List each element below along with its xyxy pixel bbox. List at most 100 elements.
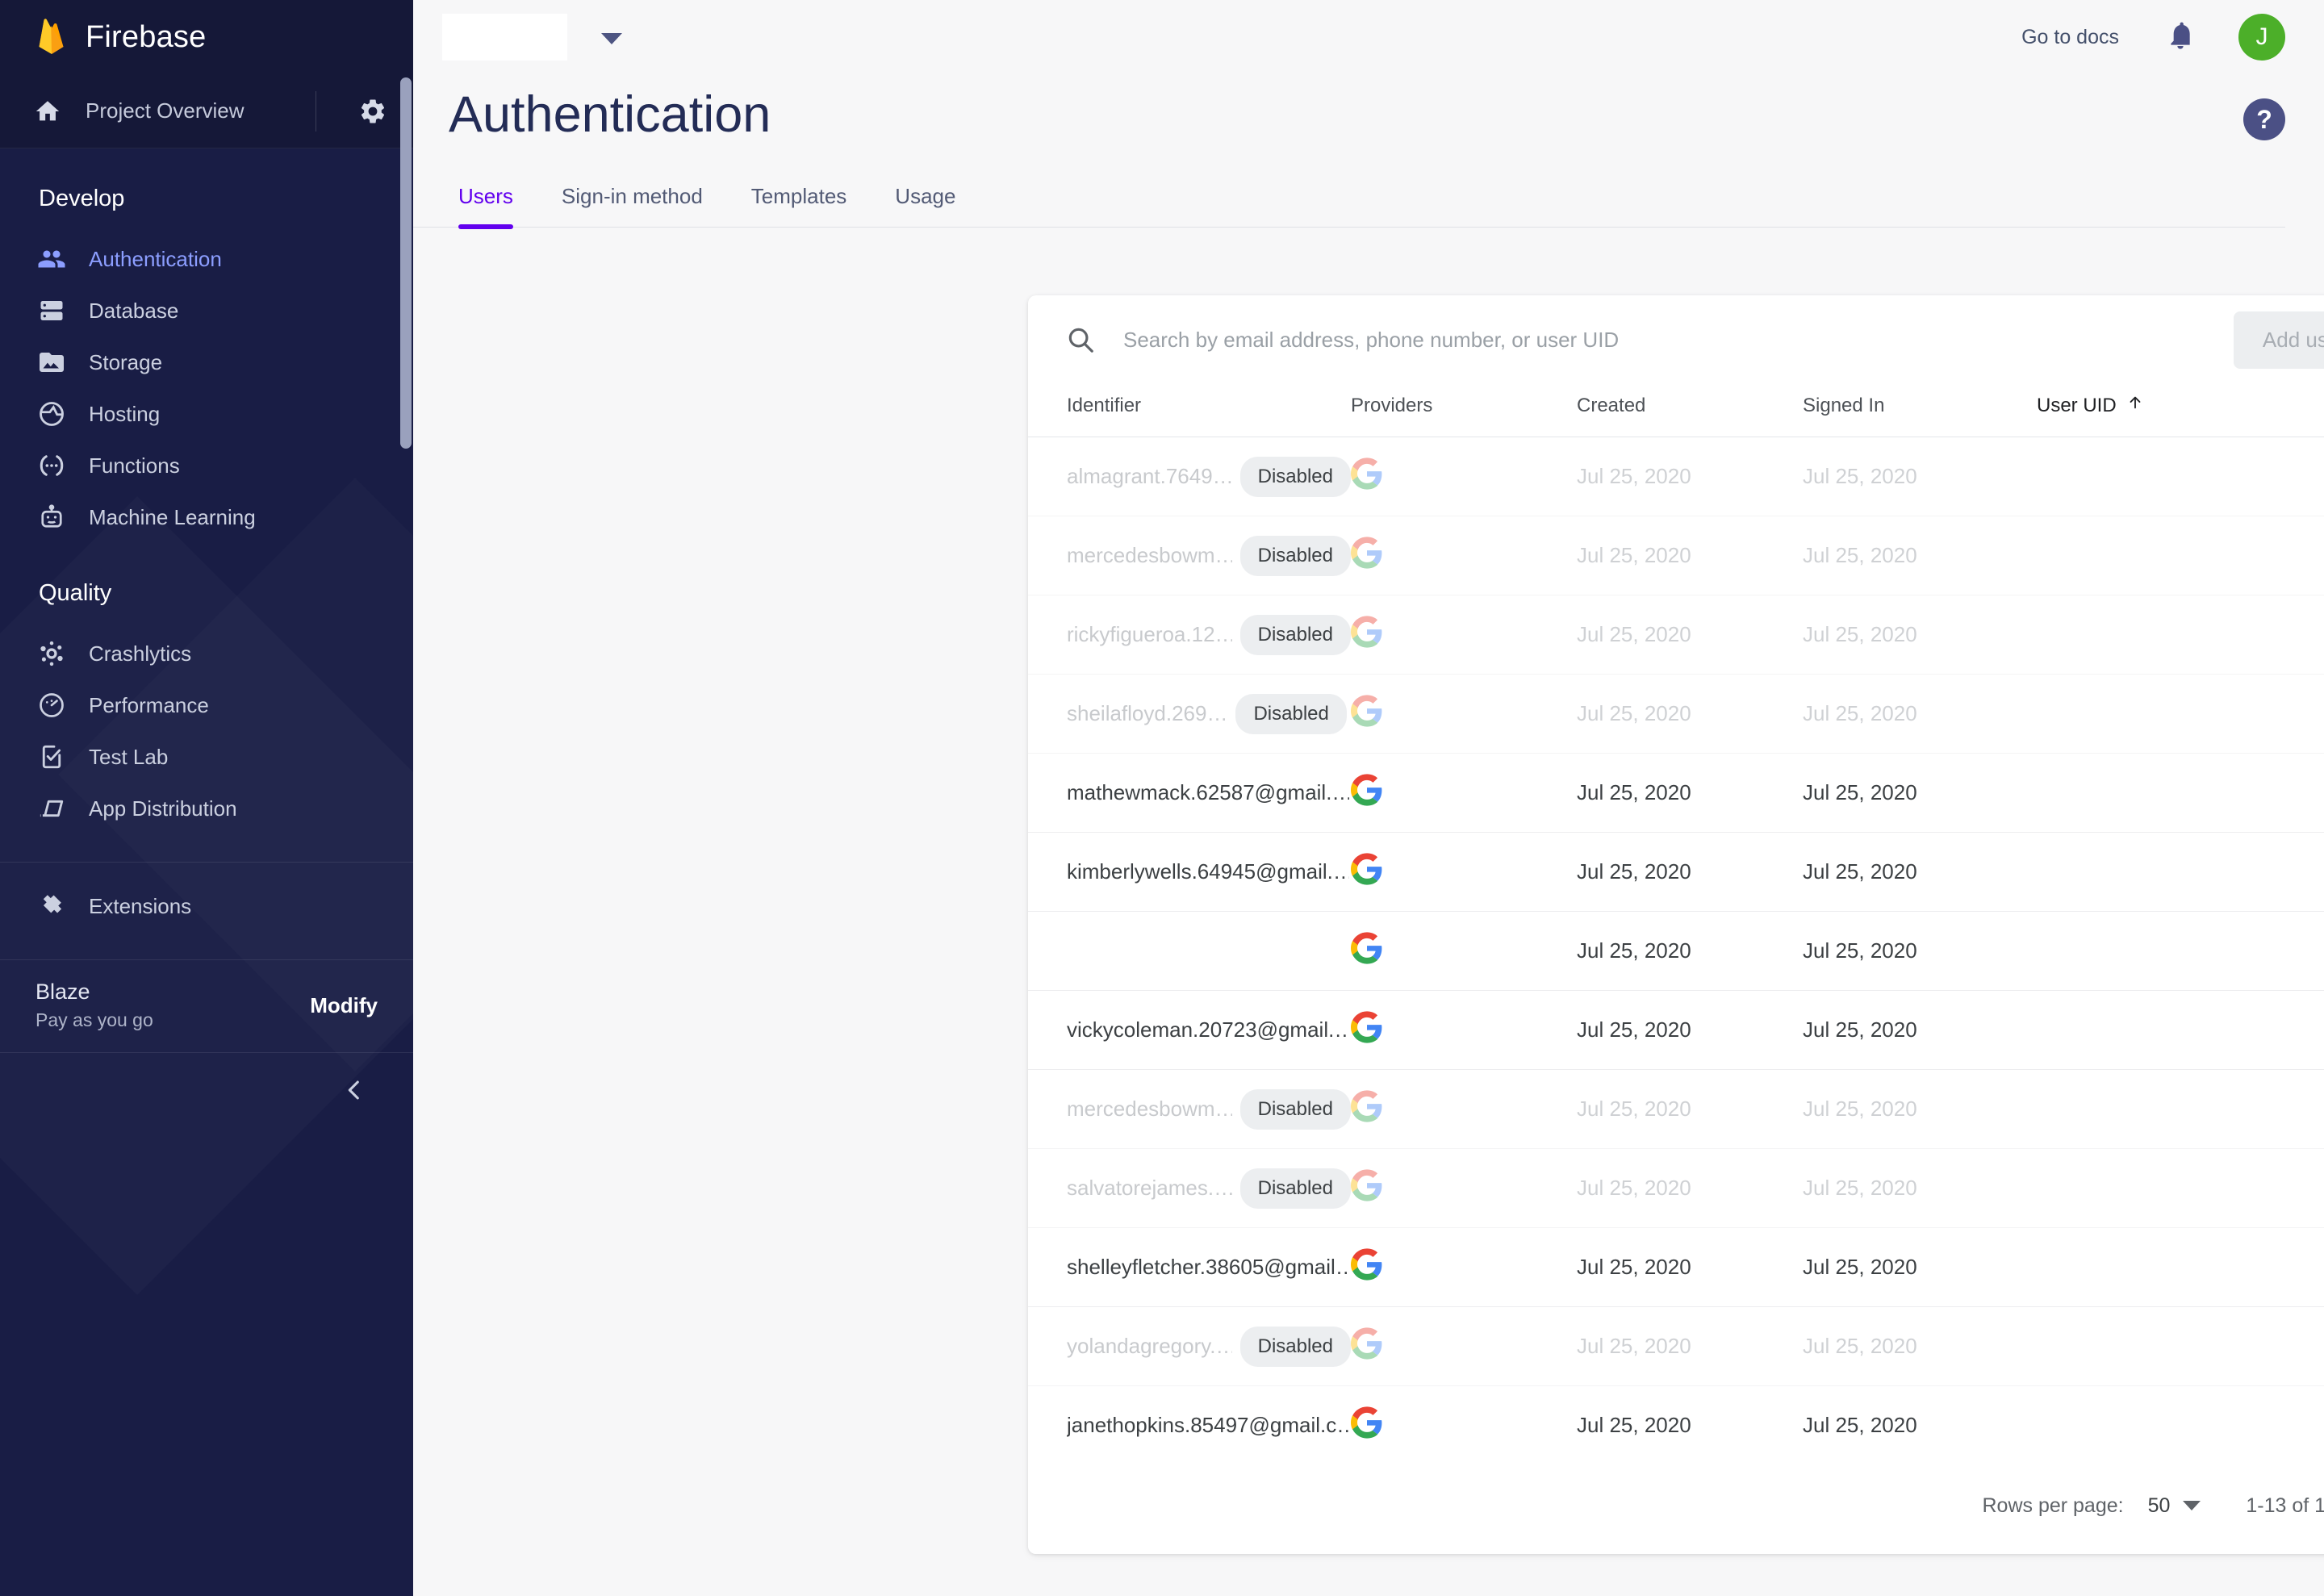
sidebar-collapse-button[interactable] (0, 1053, 413, 1130)
search-icon (1065, 324, 1096, 355)
sidebar-item-label: Database (89, 298, 179, 323)
table-row[interactable]: janethopkins.85497@gmail.c… Jul 25, 2020… (1028, 1385, 2324, 1465)
cell-providers (1351, 595, 1577, 675)
cell-created: Jul 25, 2020 (1577, 437, 1803, 516)
firebase-logo-block[interactable]: Firebase (0, 0, 413, 74)
robot-icon (36, 501, 68, 533)
sidebar-item-machine-learning[interactable]: Machine Learning (0, 491, 413, 543)
table-row[interactable]: vickycoleman.20723@gmail.… Jul 25, 2020 … (1028, 990, 2324, 1070)
add-user-button[interactable]: Add user (2233, 311, 2324, 369)
column-header-created[interactable]: Created (1577, 384, 1803, 437)
table-row[interactable]: mercedesbowm… Disabled Jul 25, 2020 Jul … (1028, 1069, 2324, 1149)
home-icon (34, 95, 66, 127)
table-row[interactable]: mathewmack.62587@gmail.… Jul 25, 2020 Ju… (1028, 753, 2324, 833)
cell-identifier: sheilafloyd.269… Disabled (1028, 674, 1351, 754)
table-row[interactable]: mercedesbowm… Disabled Jul 25, 2020 Jul … (1028, 516, 2324, 595)
project-overview-label: Project Overview (86, 98, 245, 123)
sidebar-item-authentication[interactable]: Authentication (0, 233, 413, 285)
modify-plan-button[interactable]: Modify (310, 993, 378, 1018)
column-header-identifier[interactable]: Identifier (1028, 384, 1351, 437)
sidebar-item-crashlytics[interactable]: Crashlytics (0, 628, 413, 679)
tab-templates[interactable]: Templates (727, 184, 872, 227)
table-header-row: Identifier Providers Created Signed In U… (1028, 384, 2324, 437)
rows-per-page-caret-icon[interactable] (2183, 1501, 2201, 1510)
caret-down-icon[interactable] (601, 33, 622, 44)
pagination-range: 1-13 of 13 (2246, 1494, 2324, 1517)
cell-signed-in: Jul 25, 2020 (1803, 990, 2037, 1070)
cell-signed-in: Jul 25, 2020 (1803, 832, 2037, 912)
cell-created: Jul 25, 2020 (1577, 516, 1803, 595)
status-badge: Disabled (1239, 1168, 1351, 1209)
help-button[interactable]: ? (2243, 98, 2285, 140)
tab-sign-in-method[interactable]: Sign-in method (537, 184, 727, 227)
identifier-text: mercedesbowm… (1067, 543, 1232, 567)
table-row[interactable]: salvatorejames.… Disabled Jul 25, 2020 J… (1028, 1148, 2324, 1228)
sidebar-item-test-lab[interactable]: Test Lab (0, 731, 413, 783)
google-icon (1351, 695, 1383, 732)
google-icon (1351, 616, 1383, 653)
avatar[interactable]: J (2238, 14, 2285, 61)
users-table-body: almagrant.7649… Disabled Jul 25, 2020 Ju… (1028, 437, 2324, 1465)
bell-icon[interactable] (2164, 19, 2197, 56)
users-card: Add user Identifier Providers Created Si… (1028, 295, 2324, 1554)
identifier-text: rickyfigueroa.12… (1067, 622, 1232, 646)
table-row[interactable]: sheilafloyd.269… Disabled Jul 25, 2020 J… (1028, 674, 2324, 754)
table-row[interactable]: kimberlywells.64945@gmail.… Jul 25, 2020… (1028, 832, 2324, 912)
cell-providers (1351, 1069, 1577, 1149)
table-row[interactable]: yolandagregory.… Disabled Jul 25, 2020 J… (1028, 1306, 2324, 1386)
sidebar-item-storage[interactable]: Storage (0, 336, 413, 388)
sidebar-item-database[interactable]: Database (0, 285, 413, 336)
table-row[interactable]: rickyfigueroa.12… Disabled Jul 25, 2020 … (1028, 595, 2324, 675)
cell-created: Jul 25, 2020 (1577, 1148, 1803, 1228)
identifier-text: salvatorejames.… (1067, 1176, 1232, 1200)
cell-providers (1351, 911, 1577, 991)
table-row[interactable]: almagrant.7649… Disabled Jul 25, 2020 Ju… (1028, 437, 2324, 516)
cell-user-uid (2037, 516, 2324, 595)
column-header-signed-in[interactable]: Signed In (1803, 384, 2037, 437)
cell-identifier: yolandagregory.… Disabled (1028, 1306, 1351, 1386)
sidebar-item-label: Performance (89, 692, 209, 717)
google-icon (1351, 1327, 1383, 1364)
sidebar-scrollbar[interactable] (400, 77, 412, 449)
status-badge: Disabled (1239, 614, 1351, 655)
google-icon (1351, 457, 1383, 495)
sidebar-item-label: Test Lab (89, 744, 169, 769)
cell-signed-in: Jul 25, 2020 (1803, 753, 2037, 833)
cell-user-uid (2037, 1227, 2324, 1307)
cell-user-uid (2037, 674, 2324, 754)
search-input[interactable] (1123, 327, 2234, 353)
sidebar-section-title-quality: Quality (39, 580, 112, 606)
cell-providers (1351, 516, 1577, 595)
cell-created: Jul 25, 2020 (1577, 990, 1803, 1070)
status-badge: Disabled (1239, 535, 1351, 576)
tab-usage[interactable]: Usage (871, 184, 980, 227)
sidebar-project-overview[interactable]: Project Overview (0, 74, 413, 148)
cell-providers (1351, 1148, 1577, 1228)
rows-per-page-value[interactable]: 50 (2148, 1494, 2171, 1518)
sidebar-item-hosting[interactable]: Hosting (0, 388, 413, 440)
sidebar-item-label: App Distribution (89, 796, 237, 821)
cell-providers (1351, 674, 1577, 754)
cell-providers (1351, 1385, 1577, 1465)
sidebar-item-label: Machine Learning (89, 504, 256, 529)
column-header-providers[interactable]: Providers (1351, 384, 1577, 437)
users-table: Identifier Providers Created Signed In U… (1028, 384, 2324, 1465)
sidebar-item-performance[interactable]: Performance (0, 679, 413, 731)
rows-per-page-label: Rows per page: (1982, 1494, 2124, 1517)
table-row[interactable]: shelleyfletcher.38605@gmail… Jul 25, 202… (1028, 1227, 2324, 1307)
tab-users[interactable]: Users (449, 184, 537, 229)
cell-identifier: mercedesbowm… Disabled (1028, 1069, 1351, 1149)
column-header-user-uid[interactable]: User UID (2037, 384, 2324, 437)
project-selector[interactable] (442, 14, 567, 61)
cell-user-uid (2037, 990, 2324, 1070)
checklist-icon (36, 741, 68, 773)
firebase-flame-icon (34, 18, 68, 56)
go-to-docs-link[interactable]: Go to docs (2021, 26, 2119, 49)
cell-user-uid (2037, 832, 2324, 912)
sidebar-item-functions[interactable]: Functions (0, 440, 413, 491)
sidebar-item-extensions[interactable]: Extensions (0, 880, 413, 932)
table-row[interactable]: Jul 25, 2020 Jul 25, 2020 (1028, 911, 2324, 991)
sidebar-item-app-distribution[interactable]: App Distribution (0, 783, 413, 834)
gear-icon[interactable] (358, 97, 387, 126)
cell-identifier: mathewmack.62587@gmail.… (1028, 753, 1351, 833)
